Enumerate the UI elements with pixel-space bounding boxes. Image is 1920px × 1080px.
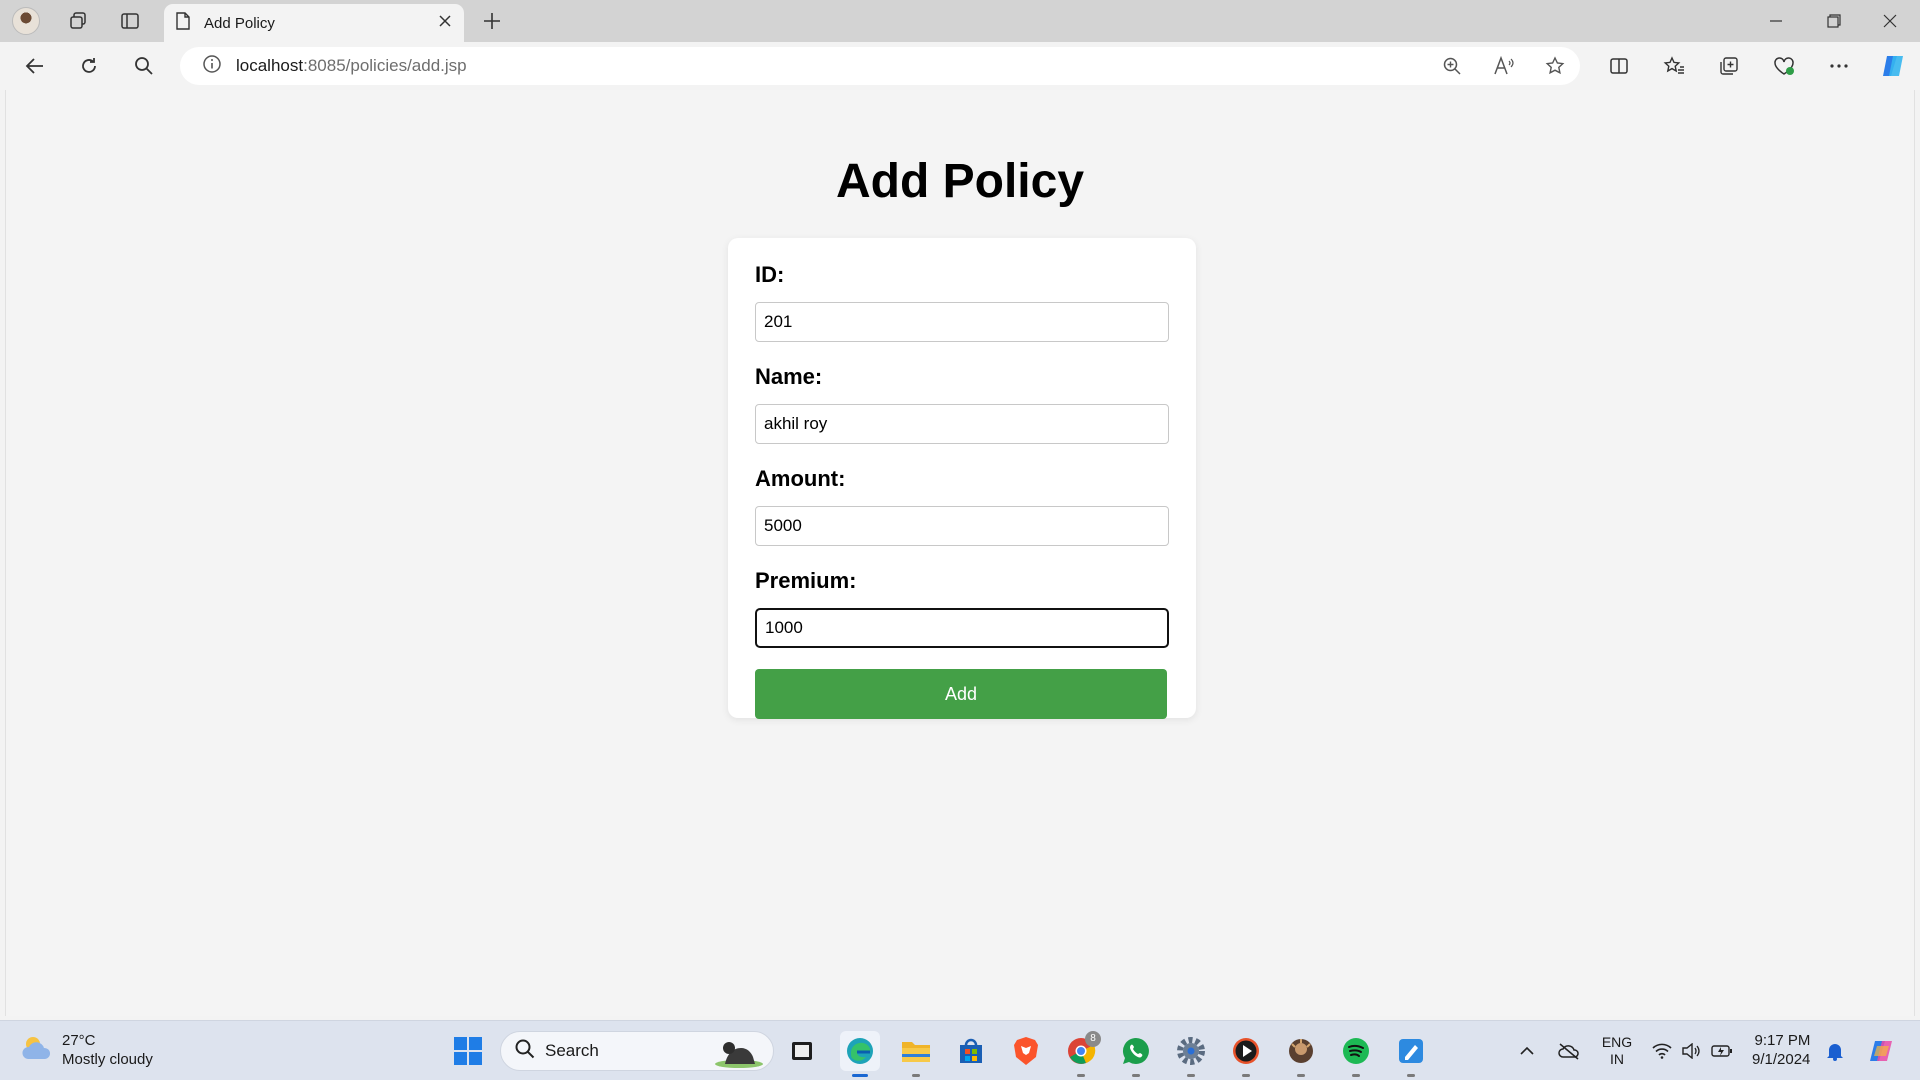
running-indicator [1187, 1074, 1195, 1077]
edge-taskbar-icon[interactable] [840, 1031, 880, 1077]
split-screen-icon[interactable] [1600, 48, 1638, 84]
weather-temp: 27°C [62, 1032, 96, 1049]
onedrive-offline-icon[interactable] [1554, 1031, 1584, 1071]
favorite-star-icon[interactable] [1537, 51, 1573, 81]
active-indicator [852, 1074, 868, 1077]
tab-title: Add Policy [204, 14, 275, 32]
new-tab-icon[interactable] [472, 6, 512, 36]
language-indicator[interactable]: ENG IN [1596, 1031, 1638, 1071]
running-indicator [1242, 1074, 1250, 1077]
back-icon[interactable] [16, 48, 54, 84]
tab-add-policy[interactable]: Add Policy [164, 4, 464, 42]
page-icon [176, 11, 190, 35]
read-aloud-icon[interactable] [1486, 51, 1522, 81]
name-label: Name: [755, 364, 823, 389]
more-options-icon[interactable] [1820, 48, 1858, 84]
site-info-icon[interactable] [202, 54, 222, 79]
weather-desc: Mostly cloudy [62, 1051, 153, 1068]
amount-label: Amount: [755, 466, 846, 491]
search-icon [515, 1039, 535, 1064]
search-highlight-gorilla-icon [711, 1036, 765, 1073]
media-player-icon[interactable] [1226, 1031, 1266, 1077]
name-input[interactable] [755, 404, 1169, 444]
brave-browser-icon[interactable] [1006, 1031, 1046, 1071]
profile-avatar[interactable] [12, 7, 40, 35]
browser-essentials-icon[interactable] [1765, 48, 1803, 84]
id-label: ID: [755, 262, 785, 287]
search-icon[interactable] [125, 48, 163, 84]
battery-icon[interactable] [1709, 1031, 1735, 1071]
id-input[interactable] [755, 302, 1169, 342]
weather-widget[interactable]: 27°C Mostly cloudy [20, 1031, 153, 1069]
running-indicator [1297, 1074, 1305, 1077]
amount-input[interactable] [755, 506, 1169, 546]
clock-date: 9/1/2024 [1752, 1051, 1811, 1068]
minimize-icon[interactable] [1748, 0, 1804, 42]
url-host: localhost [236, 56, 304, 75]
notification-bell-icon[interactable] [1823, 1031, 1847, 1071]
running-indicator [1352, 1074, 1360, 1077]
running-indicator [1407, 1074, 1415, 1077]
cloudy-weather-icon [20, 1033, 54, 1068]
running-indicator [1132, 1074, 1140, 1077]
search-placeholder: Search [545, 1041, 599, 1060]
clock[interactable]: 9:17 PM 9/1/2024 [1752, 1031, 1810, 1069]
settings-gear-icon[interactable] [1171, 1031, 1211, 1077]
microsoft-store-icon[interactable] [951, 1031, 991, 1071]
chrome-badge: 8 [1085, 1031, 1101, 1047]
volume-icon[interactable] [1679, 1031, 1703, 1071]
premium-input[interactable] [755, 608, 1169, 648]
page-viewport: Add Policy ID: Name: Amount: Premium: Ad… [5, 90, 1915, 1016]
refresh-icon[interactable] [70, 48, 108, 84]
show-hidden-icons-chevron-icon[interactable] [1515, 1031, 1539, 1071]
spotify-icon[interactable] [1336, 1031, 1376, 1077]
workspaces-icon[interactable] [58, 6, 98, 36]
restore-icon[interactable] [1806, 0, 1862, 42]
address-bar[interactable]: localhost:8085/policies/add.jsp [180, 47, 1580, 85]
page-title: Add Policy [835, 155, 1085, 208]
running-indicator [1077, 1074, 1085, 1077]
language-code: ENG [1601, 1034, 1633, 1050]
add-policy-form: ID: Name: Amount: Premium: Add [728, 238, 1196, 719]
wifi-icon[interactable] [1650, 1031, 1674, 1071]
taskbar: 27°C Mostly cloudy Search 8 ENG IN 9:17 … [0, 1020, 1920, 1080]
tab-bar: Add Policy [0, 0, 1920, 42]
add-button[interactable]: Add [755, 669, 1167, 719]
language-region: IN [1610, 1051, 1624, 1067]
copilot-taskbar-icon[interactable] [1864, 1031, 1900, 1071]
start-button[interactable] [448, 1031, 488, 1071]
whatsapp-icon[interactable] [1116, 1031, 1156, 1077]
file-explorer-icon[interactable] [896, 1031, 936, 1077]
task-view-icon[interactable] [782, 1031, 822, 1071]
tab-actions-icon[interactable] [110, 6, 150, 36]
clock-time: 9:17 PM [1754, 1032, 1811, 1049]
navigation-bar: localhost:8085/policies/add.jsp [0, 42, 1920, 90]
taskbar-search[interactable]: Search [500, 1031, 774, 1071]
url-text: localhost:8085/policies/add.jsp [236, 56, 467, 76]
collections-icon[interactable] [1710, 48, 1748, 84]
copilot-icon[interactable] [1874, 48, 1912, 84]
zoom-icon[interactable] [1434, 51, 1470, 81]
app-avatar-icon[interactable] [1281, 1031, 1321, 1077]
chrome-icon[interactable]: 8 [1061, 1031, 1101, 1077]
running-indicator [912, 1074, 920, 1077]
close-window-icon[interactable] [1862, 0, 1918, 42]
close-tab-icon[interactable] [438, 14, 452, 33]
url-path: :8085/policies/add.jsp [303, 56, 467, 75]
premium-label: Premium: [755, 568, 857, 593]
code-editor-icon[interactable] [1391, 1031, 1431, 1077]
favorites-icon[interactable] [1655, 48, 1693, 84]
